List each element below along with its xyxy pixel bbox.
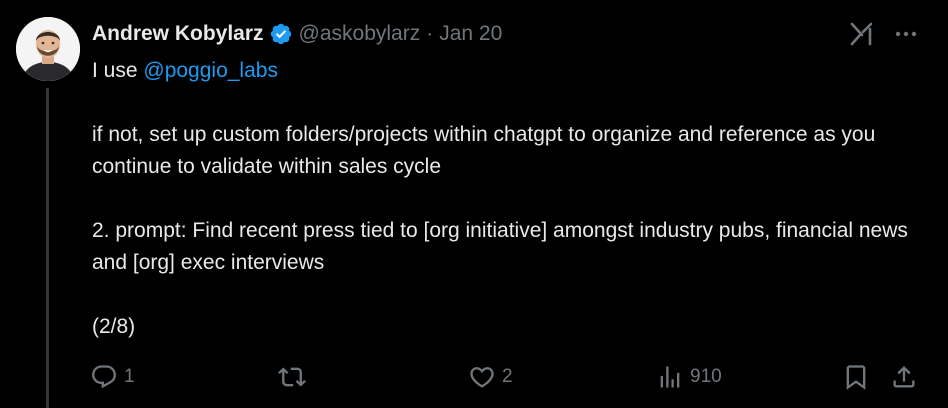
bookmark-button[interactable] (842, 360, 870, 394)
reply-button[interactable]: 1 (90, 360, 135, 394)
avatar-photo (16, 17, 80, 81)
tweet-text: I use @poggio_labs if not, set up custom… (92, 55, 932, 343)
tweet[interactable]: Andrew Kobylarz @askobylarz · Jan 20 I u… (0, 0, 948, 408)
views-button[interactable]: 910 (656, 360, 722, 394)
tweet-line: I use @poggio_labs (92, 55, 932, 87)
verified-badge-icon[interactable] (269, 22, 293, 46)
like-count: 2 (502, 366, 513, 387)
thread-line (46, 88, 49, 408)
tweet-text-prefix: I use (92, 59, 144, 82)
more-icon[interactable] (892, 20, 920, 48)
like-button[interactable]: 2 (468, 360, 513, 394)
grok-icon[interactable] (848, 20, 876, 48)
action-bar: 1 2 910 (90, 360, 926, 394)
tweet-paragraph: if not, set up custom folders/projects w… (92, 123, 882, 178)
share-button[interactable] (890, 360, 918, 394)
views-icon (660, 366, 680, 388)
mention-link[interactable]: @poggio_labs (143, 59, 278, 82)
tweet-blank-line (92, 183, 932, 215)
separator-dot: · (426, 22, 434, 45)
tweet-paragraph: 2. prompt: Find recent press tied to [or… (92, 219, 914, 274)
author-handle[interactable]: @askobylarz (299, 22, 421, 46)
tweet-blank-line (92, 279, 932, 311)
avatar[interactable] (16, 17, 80, 81)
reply-icon (92, 365, 116, 389)
views-count: 910 (690, 366, 722, 387)
reply-count: 1 (124, 366, 135, 387)
like-icon (470, 367, 494, 388)
repost-icon (278, 367, 306, 387)
share-icon (893, 366, 915, 388)
repost-button[interactable] (278, 360, 312, 394)
author-display-name[interactable]: Andrew Kobylarz (92, 22, 264, 46)
tweet-blank-line (92, 87, 932, 119)
tweet-date[interactable]: Jan 20 (439, 22, 502, 46)
tweet-header: Andrew Kobylarz @askobylarz · Jan 20 (92, 19, 502, 49)
tweet-paragraph: (2/8) (92, 315, 136, 338)
bookmark-icon (846, 365, 866, 390)
